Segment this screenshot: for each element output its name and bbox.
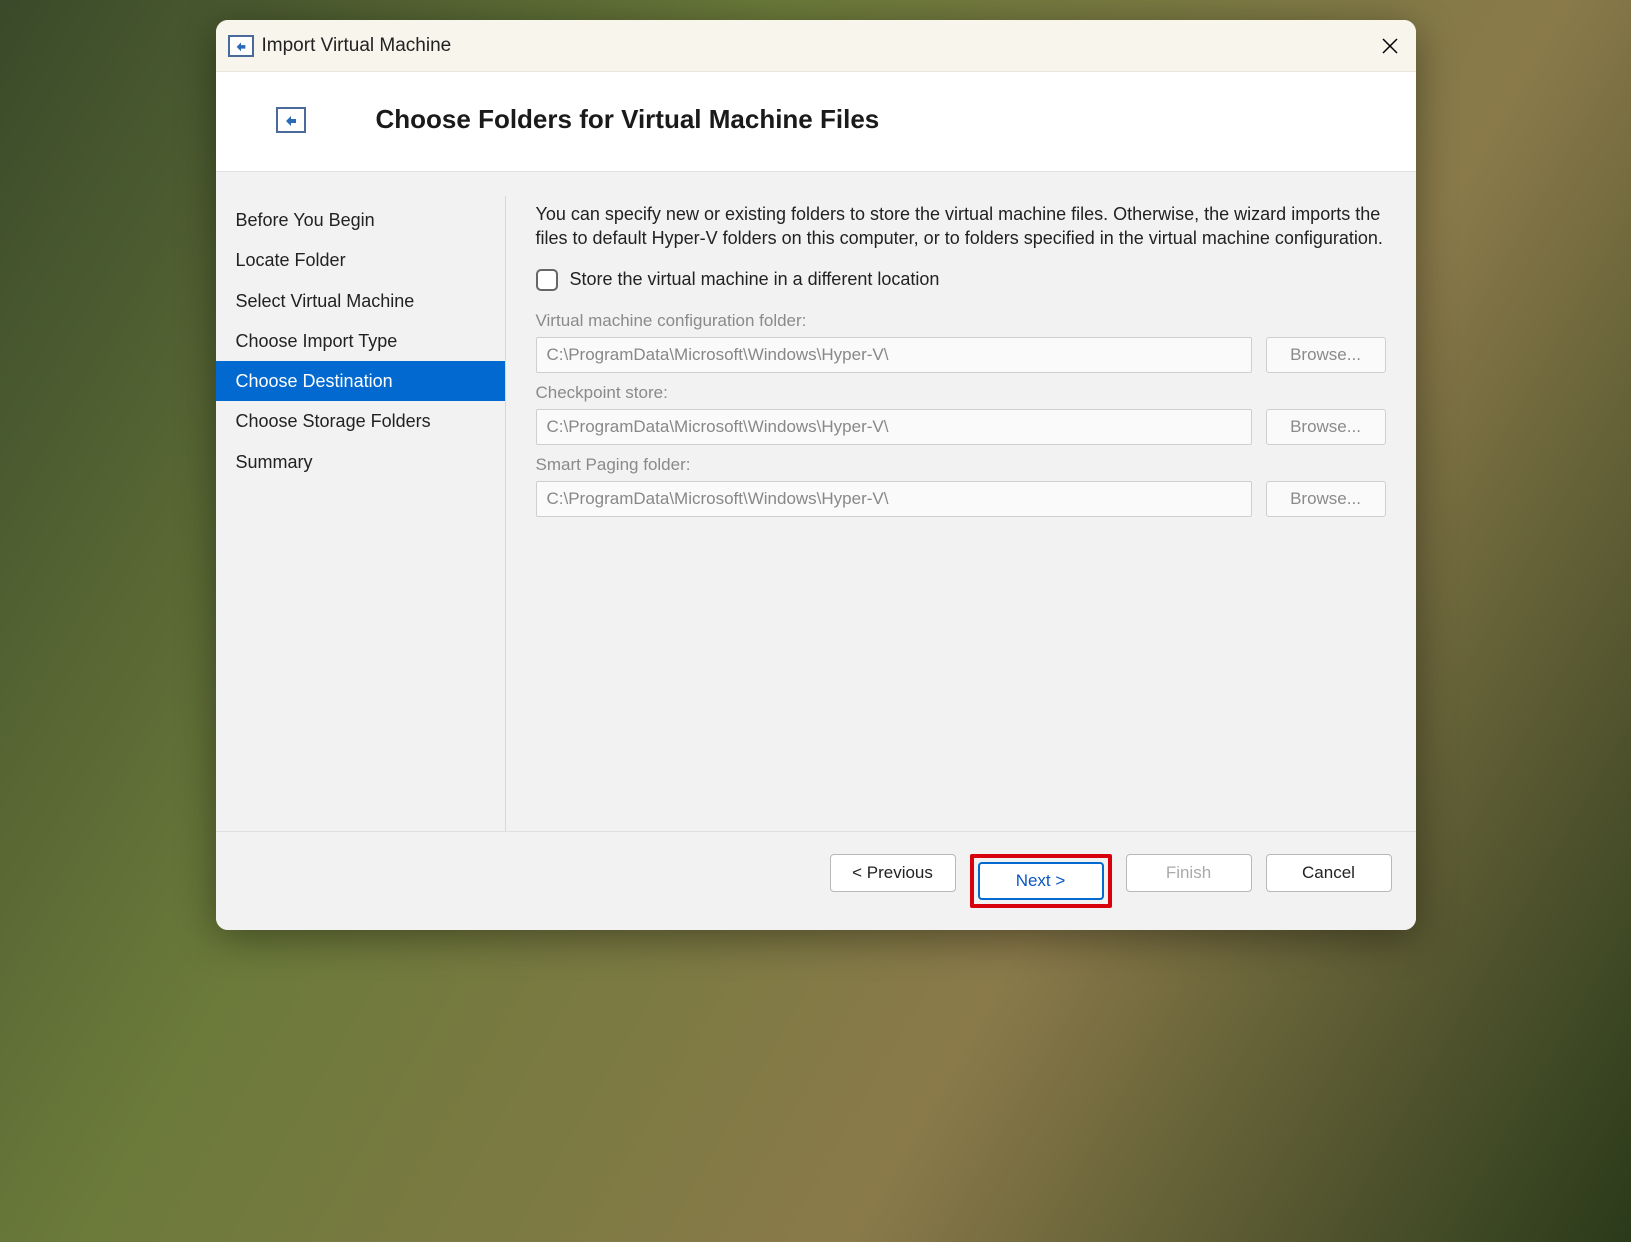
wizard-footer: < Previous Next > Finish Cancel: [216, 831, 1416, 930]
previous-button[interactable]: < Previous: [830, 854, 956, 892]
finish-button: Finish: [1126, 854, 1252, 892]
store-different-location-label: Store the virtual machine in a different…: [570, 269, 940, 290]
close-button[interactable]: [1376, 32, 1404, 60]
close-icon: [1381, 37, 1399, 55]
window-title: Import Virtual Machine: [262, 35, 452, 57]
intro-text: You can specify new or existing folders …: [536, 202, 1386, 251]
store-different-location-checkbox[interactable]: [536, 269, 558, 291]
next-button-highlight: Next >: [970, 854, 1112, 908]
store-different-location-row: Store the virtual machine in a different…: [536, 269, 1386, 291]
checkpoint-store-input[interactable]: [536, 409, 1252, 445]
step-choose-import-type[interactable]: Choose Import Type: [216, 321, 505, 361]
config-folder-browse-button[interactable]: Browse...: [1266, 337, 1386, 373]
config-folder-row: Browse...: [536, 337, 1386, 373]
step-locate-folder[interactable]: Locate Folder: [216, 240, 505, 280]
step-select-vm[interactable]: Select Virtual Machine: [216, 281, 505, 321]
checkpoint-store-row: Browse...: [536, 409, 1386, 445]
next-button[interactable]: Next >: [978, 862, 1104, 900]
wizard-steps-sidebar: Before You Begin Locate Folder Select Vi…: [216, 196, 506, 831]
page-title: Choose Folders for Virtual Machine Files: [376, 104, 880, 135]
smart-paging-row: Browse...: [536, 481, 1386, 517]
checkpoint-store-label: Checkpoint store:: [536, 383, 1386, 403]
app-icon: [228, 35, 254, 57]
step-choose-destination[interactable]: Choose Destination: [216, 361, 505, 401]
titlebar: Import Virtual Machine: [216, 20, 1416, 72]
content-pane: You can specify new or existing folders …: [506, 196, 1416, 831]
checkpoint-store-browse-button[interactable]: Browse...: [1266, 409, 1386, 445]
import-vm-dialog: Import Virtual Machine Choose Folders fo…: [216, 20, 1416, 930]
step-before-you-begin[interactable]: Before You Begin: [216, 200, 505, 240]
wizard-body: Before You Begin Locate Folder Select Vi…: [216, 172, 1416, 831]
smart-paging-label: Smart Paging folder:: [536, 455, 1386, 475]
cancel-button[interactable]: Cancel: [1266, 854, 1392, 892]
smart-paging-input[interactable]: [536, 481, 1252, 517]
step-summary[interactable]: Summary: [216, 442, 505, 482]
header-band: Choose Folders for Virtual Machine Files: [216, 72, 1416, 172]
wizard-icon: [276, 107, 306, 133]
config-folder-input[interactable]: [536, 337, 1252, 373]
config-folder-label: Virtual machine configuration folder:: [536, 311, 1386, 331]
smart-paging-browse-button[interactable]: Browse...: [1266, 481, 1386, 517]
step-choose-storage-folders[interactable]: Choose Storage Folders: [216, 401, 505, 441]
